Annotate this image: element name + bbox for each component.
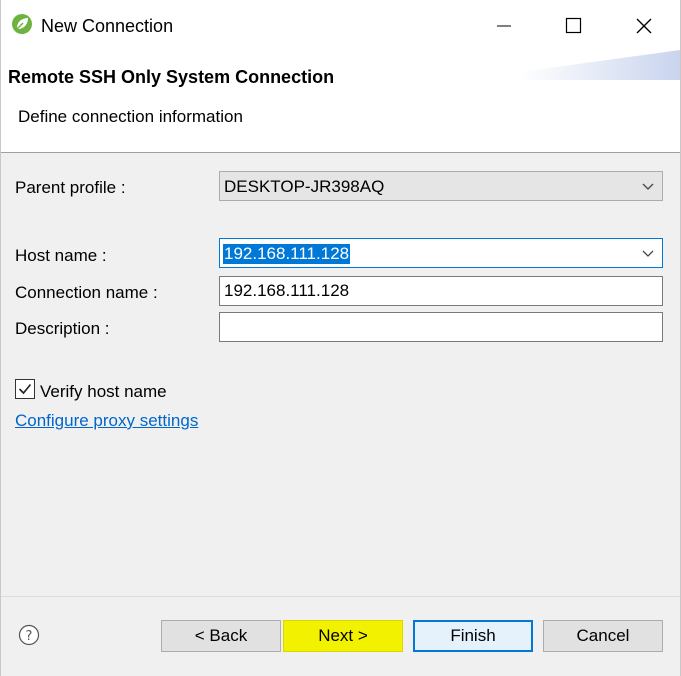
- title-bar: New Connection: [1, 0, 680, 50]
- chevron-down-icon[interactable]: [642, 248, 654, 258]
- verify-host-checkbox[interactable]: [15, 379, 35, 399]
- host-name-value: 192.168.111.128: [223, 244, 351, 264]
- close-icon: [636, 18, 652, 34]
- parent-profile-value: DESKTOP-JR398AQ: [224, 177, 385, 196]
- window-title: New Connection: [41, 16, 174, 36]
- minimize-icon: [497, 25, 511, 27]
- host-name-combo[interactable]: 192.168.111.128: [219, 238, 663, 268]
- back-button[interactable]: < Back: [161, 620, 281, 652]
- parent-profile-select[interactable]: DESKTOP-JR398AQ: [219, 171, 663, 201]
- maximize-button[interactable]: [551, 8, 597, 44]
- host-name-label: Host name :: [15, 246, 107, 265]
- cancel-button[interactable]: Cancel: [543, 620, 663, 652]
- wizard-header: Remote SSH Only System Connection Define…: [1, 50, 680, 153]
- chevron-down-icon: [642, 183, 654, 190]
- spring-leaf-icon: [12, 14, 32, 34]
- checkmark-icon: [18, 383, 32, 395]
- description-field[interactable]: [219, 312, 663, 342]
- svg-text:?: ?: [26, 629, 33, 644]
- help-icon[interactable]: ?: [18, 624, 40, 646]
- close-button[interactable]: [621, 8, 667, 44]
- verify-host-label[interactable]: Verify host name: [40, 382, 167, 402]
- configure-proxy-link[interactable]: Configure proxy settings: [15, 411, 198, 431]
- parent-profile-label: Parent profile :: [15, 178, 126, 197]
- next-button[interactable]: Next >: [283, 620, 403, 652]
- minimize-button[interactable]: [481, 8, 527, 44]
- finish-button[interactable]: Finish: [413, 620, 533, 652]
- footer-separator: [1, 596, 680, 597]
- banner-decoration: [520, 50, 680, 80]
- new-connection-dialog: New Connection Remote SSH Only System Co…: [0, 0, 681, 676]
- connection-name-field[interactable]: [219, 276, 663, 306]
- wizard-title: Remote SSH Only System Connection: [8, 67, 335, 87]
- connection-name-label: Connection name :: [15, 283, 158, 302]
- description-label: Description :: [15, 319, 110, 338]
- maximize-icon: [565, 17, 582, 34]
- wizard-description: Define connection information: [18, 107, 243, 126]
